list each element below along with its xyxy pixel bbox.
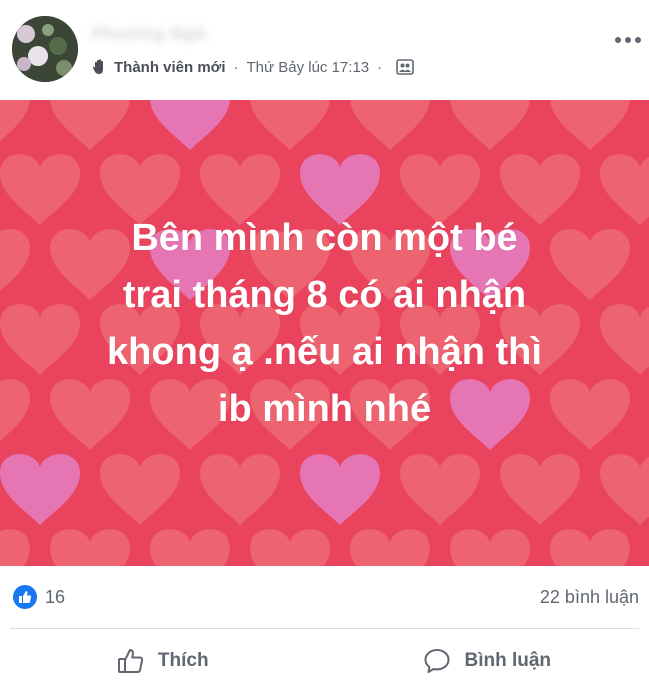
heart-shape [400, 454, 480, 525]
heart-shape [550, 529, 630, 566]
more-options-icon[interactable] [610, 28, 646, 52]
like-button[interactable]: Thích [0, 629, 325, 692]
heart-shape [600, 454, 649, 525]
avatar-image [12, 16, 78, 82]
post-text-line: khong ạ .nếu ai nhận thì [107, 331, 542, 373]
like-button-label: Thích [157, 649, 209, 671]
heart-shape [50, 100, 130, 150]
heart-shape [0, 379, 30, 450]
like-reaction-icon [13, 585, 37, 609]
heart-shape [250, 100, 330, 150]
avatar[interactable] [12, 16, 78, 82]
heart-shape [350, 529, 430, 566]
comment-icon [422, 646, 452, 676]
comment-button-label: Bình luận [464, 649, 552, 671]
like-count: 16 [45, 586, 66, 607]
member-badge: Thành viên mới [114, 58, 226, 76]
heart-shape [550, 100, 630, 150]
action-bar: Thích Bình luận [0, 629, 649, 692]
post-header: Phương Ngô Thành viên mới · Thứ Bảy lúc … [0, 0, 649, 100]
heart-shape [100, 454, 180, 525]
heart-shape [300, 454, 380, 525]
post-text-line: trai tháng 8 có ai nhận [122, 274, 527, 316]
post-text: Bên mình còn một bé trai tháng 8 có ai n… [30, 210, 619, 438]
heart-shape [0, 100, 30, 150]
heart-shape [250, 529, 330, 566]
heart-shape [500, 454, 580, 525]
heart-shape [150, 100, 230, 150]
thumbs-up-icon [116, 646, 146, 676]
post-text-line: ib mình nhé [217, 388, 432, 430]
like-summary[interactable]: 16 [13, 585, 65, 609]
post-meta: Thành viên mới · Thứ Bảy lúc 17:13 · [90, 56, 414, 78]
author-name[interactable]: Phương Ngô [92, 22, 232, 46]
heart-shape [0, 454, 80, 525]
heart-shape [450, 529, 530, 566]
heart-shape [0, 229, 30, 300]
heart-shape [50, 529, 130, 566]
reactions-bar: 16 22 bình luận [0, 566, 649, 626]
heart-shape [150, 529, 230, 566]
post-text-line: Bên mình còn một bé [131, 217, 518, 259]
post-timestamp[interactable]: Thứ Bảy lúc 17:13 [247, 59, 370, 76]
heart-shape [450, 100, 530, 150]
post-body: Bên mình còn một bé trai tháng 8 có ai n… [0, 100, 649, 566]
heart-shape [350, 100, 430, 150]
heart-shape [0, 529, 30, 566]
group-icon[interactable] [396, 59, 414, 75]
heart-shape [200, 454, 280, 525]
waving-hand-icon [90, 57, 110, 77]
meta-separator-2: · [377, 58, 383, 76]
comment-count[interactable]: 22 bình luận [540, 587, 639, 608]
meta-separator: · [233, 58, 239, 76]
comment-button[interactable]: Bình luận [325, 629, 649, 692]
